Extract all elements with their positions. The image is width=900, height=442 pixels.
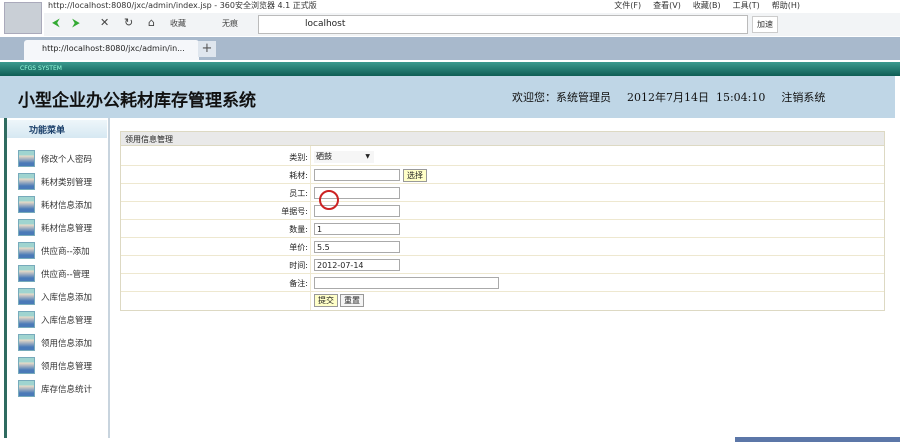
no-trace-button[interactable]: 无痕 [222, 18, 238, 29]
menu-favorites[interactable]: 收藏(B) [693, 0, 721, 11]
field-label: 类别: [289, 153, 308, 162]
click-indicator [319, 190, 339, 210]
reset-button[interactable]: 重置 [340, 294, 364, 307]
browser-menu: 文件(F) 查看(V) 收藏(B) 工具(T) 帮助(H) [614, 0, 800, 11]
user-icon [18, 380, 35, 397]
address-bar[interactable]: localhost [258, 15, 748, 34]
sidebar-item[interactable]: 领用信息添加 [18, 334, 92, 351]
datetime: 2012年7月14日 15:04:10 [627, 91, 766, 104]
user-icon [18, 265, 35, 282]
sidebar-title: 功能菜单 [7, 120, 107, 138]
field-input[interactable]: 2012-07-14 [314, 259, 400, 271]
form-row [121, 256, 884, 274]
user-icon [18, 334, 35, 351]
choose-button[interactable]: 选择 [403, 169, 427, 182]
sidebar-item-label: 供应商--管理 [41, 269, 90, 280]
sidebar-item[interactable]: 库存信息统计 [18, 380, 92, 397]
sidebar-item-label: 领用信息管理 [41, 361, 93, 372]
system-title: 小型企业办公耗材库存管理系统 [18, 91, 256, 111]
sidebar-item[interactable]: 入库信息添加 [18, 288, 92, 305]
sidebar-item-label: 库存信息统计 [41, 384, 93, 395]
favorites-button[interactable]: 收藏 [170, 18, 186, 29]
back-icon[interactable]: ⮜ [52, 16, 60, 30]
speed-button[interactable]: 加速 [752, 16, 778, 33]
sidebar-item-label: 入库信息添加 [41, 292, 93, 303]
category-select[interactable]: 硒鼓 ▼ [314, 151, 374, 163]
menu-tools[interactable]: 工具(T) [733, 0, 760, 11]
menu-view[interactable]: 查看(V) [653, 0, 681, 11]
sidebar-item[interactable]: 修改个人密码 [18, 150, 92, 167]
form-row [121, 220, 884, 238]
user-icon [18, 357, 35, 374]
field-label: 员工: [289, 189, 308, 198]
forward-icon[interactable]: ⮞ [72, 16, 80, 30]
form-row [121, 238, 884, 256]
field-label: 备注: [289, 279, 308, 288]
form-row [121, 202, 884, 220]
sidebar-item-label: 供应商--添加 [41, 246, 90, 257]
sidebar-item-label: 耗材信息管理 [41, 223, 93, 234]
refresh-icon[interactable]: ↻ [124, 16, 133, 29]
user-icon [18, 311, 35, 328]
sidebar-item[interactable]: 耗材类别管理 [18, 173, 92, 190]
stop-icon[interactable]: ✕ [100, 16, 109, 29]
welcome-text: 欢迎您：系统管理员 [512, 91, 611, 104]
home-icon[interactable]: ⌂ [148, 16, 155, 29]
taskbar [735, 437, 900, 442]
user-icon [18, 242, 35, 259]
sidebar-item[interactable]: 入库信息管理 [18, 311, 92, 328]
sidebar-item[interactable]: 领用信息管理 [18, 357, 92, 374]
field-label: 单据号: [281, 207, 308, 216]
select-value: 硒鼓 [316, 152, 332, 161]
sidebar-item-label: 耗材信息添加 [41, 200, 93, 211]
window-title: http://localhost:8080/jxc/admin/index.js… [48, 1, 317, 10]
user-avatar[interactable] [4, 2, 42, 34]
menu-help[interactable]: 帮助(H) [772, 0, 800, 11]
chevron-down-icon: ▼ [365, 153, 370, 160]
sidebar-item[interactable]: 供应商--添加 [18, 242, 90, 259]
browser-tab[interactable]: http://localhost:8080/jxc/admin/in... [24, 40, 199, 60]
user-icon [18, 196, 35, 213]
form-row [121, 274, 884, 292]
menu-file[interactable]: 文件(F) [614, 0, 641, 11]
sidebar-item[interactable]: 供应商--管理 [18, 265, 90, 282]
user-icon [18, 288, 35, 305]
field-label: 时间: [289, 261, 308, 270]
sidebar-item-label: 入库信息管理 [41, 315, 93, 326]
field-label: 耗材: [289, 171, 308, 180]
user-icon [18, 173, 35, 190]
field-input[interactable] [314, 277, 499, 289]
field-label: 单价: [289, 243, 308, 252]
field-label: 数量: [289, 225, 308, 234]
sidebar-item-label: 领用信息添加 [41, 338, 93, 349]
form-row [121, 166, 884, 184]
sidebar-item-label: 修改个人密码 [41, 154, 93, 165]
column-divider [310, 146, 311, 310]
sidebar-item[interactable]: 耗材信息管理 [18, 219, 92, 236]
user-icon [18, 219, 35, 236]
form-row [121, 148, 884, 166]
user-info: 欢迎您：系统管理员 2012年7月14日 15:04:10 注销系统 [512, 89, 825, 105]
submit-button[interactable]: 提交 [314, 294, 338, 307]
sidebar-item-label: 耗材类别管理 [41, 177, 93, 188]
field-input[interactable]: 5.5 [314, 241, 400, 253]
field-input[interactable] [314, 169, 400, 181]
user-icon [18, 150, 35, 167]
form-row [121, 184, 884, 202]
new-tab-button[interactable]: + [198, 41, 216, 57]
field-input[interactable]: 1 [314, 223, 400, 235]
system-strip: CFGS SYSTEM [0, 62, 900, 76]
form-title: 领用信息管理 [120, 131, 885, 146]
sidebar-item[interactable]: 耗材信息添加 [18, 196, 92, 213]
logout-link[interactable]: 注销系统 [781, 89, 825, 105]
